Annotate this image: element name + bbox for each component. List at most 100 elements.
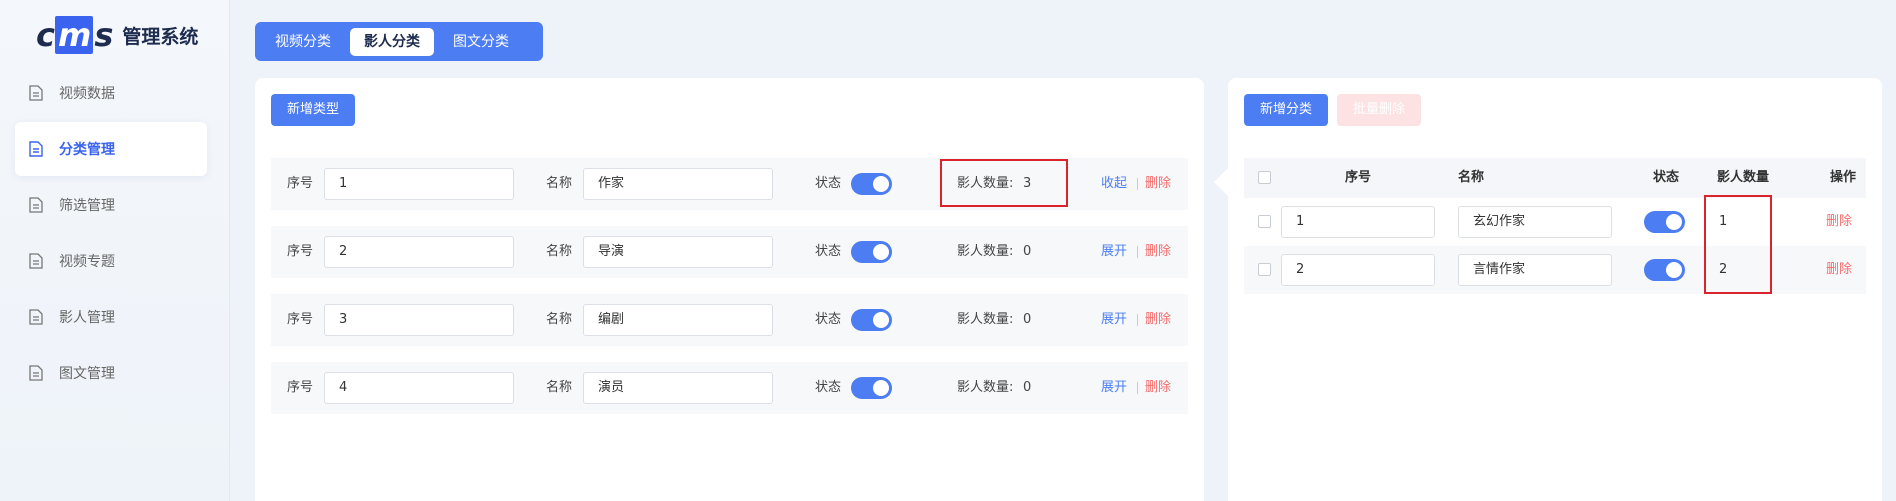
sidebar-item-label: 图文管理 [59,366,115,382]
document-icon [29,365,43,381]
index-input[interactable]: 1 [324,168,514,200]
subcategory-panel: 新增分类 批量删除 序号 名称 状态 影人数量 操作 1 玄幻作家 1 删除 2… [1228,78,1882,501]
sidebar-item-article-management[interactable]: 图文管理 [15,346,207,400]
name-input[interactable]: 玄幻作家 [1458,206,1612,238]
sidebar-item-people-management[interactable]: 影人管理 [15,290,207,344]
document-icon [29,309,43,325]
index-label: 序号 [287,380,314,395]
tab-video-category[interactable]: 视频分类 [261,28,345,56]
sidebar-item-video-data[interactable]: 视频数据 [15,66,207,120]
sidebar: cms 管理系统 视频数据 分类管理 筛选管理 视频专题 影人管理 图文管理 [0,0,230,501]
status-label: 状态 [815,244,842,259]
highlight-box [1704,195,1772,294]
document-icon [29,141,43,157]
action-separator [1137,246,1138,258]
name-label: 名称 [546,176,573,191]
expand-link[interactable]: 展开 [1101,294,1127,346]
sidebar-item-label: 视频专题 [59,254,115,270]
category-tabs: 视频分类 影人分类 图文分类 [255,22,543,61]
add-category-button[interactable]: 新增分类 [1244,94,1329,126]
count-value: 0 [1023,244,1032,259]
sidebar-item-label: 分类管理 [59,142,115,158]
index-label: 序号 [287,312,314,327]
name-label: 名称 [546,312,573,327]
table-row: 2 言情作家 2 删除 [1244,246,1866,294]
name-input[interactable]: 演员 [583,372,773,404]
name-input[interactable]: 作家 [583,168,773,200]
type-row: 序号 3 名称 编剧 状态 影人数量: 0 展开 删除 [271,294,1188,346]
select-all-checkbox[interactable] [1258,171,1271,184]
logo: cms 管理系统 [36,16,199,54]
tab-people-category[interactable]: 影人分类 [350,27,434,56]
status-toggle[interactable] [851,309,892,331]
document-icon [29,253,43,269]
logo-letter-s: s [94,16,113,54]
sidebar-item-label: 筛选管理 [59,198,115,214]
name-label: 名称 [546,380,573,395]
row-checkbox[interactable] [1258,215,1271,228]
status-toggle[interactable] [1644,211,1685,233]
delete-link[interactable]: 删除 [1826,246,1852,294]
column-header-count: 影人数量 [1717,170,1770,185]
status-toggle[interactable] [851,173,892,195]
column-header-name: 名称 [1458,170,1485,185]
logo-mark: cms [36,16,113,54]
delete-link[interactable]: 删除 [1145,158,1171,210]
count-label: 影人数量: [957,380,1014,395]
column-header-action: 操作 [1830,170,1857,185]
row-checkbox[interactable] [1258,263,1271,276]
sidebar-item-label: 视频数据 [59,86,115,102]
document-icon [29,197,43,213]
name-input[interactable]: 编剧 [583,304,773,336]
logo-letter-m: m [54,16,94,54]
sidebar-item-filter-management[interactable]: 筛选管理 [15,178,207,232]
name-input[interactable]: 言情作家 [1458,254,1612,286]
expand-link[interactable]: 展开 [1101,362,1127,414]
table-header: 序号 名称 状态 影人数量 操作 [1244,158,1866,198]
index-label: 序号 [287,244,314,259]
logo-letter-c: c [36,16,55,54]
count-label: 影人数量: [957,312,1014,327]
status-label: 状态 [815,380,842,395]
status-toggle[interactable] [851,241,892,263]
delete-link[interactable]: 删除 [1826,198,1852,246]
app-title: 管理系统 [122,25,199,48]
index-input[interactable]: 4 [324,372,514,404]
panel-pointer [1214,168,1228,196]
sidebar-item-video-topics[interactable]: 视频专题 [15,234,207,288]
action-separator [1137,178,1138,190]
table-row: 1 玄幻作家 1 删除 [1244,198,1866,246]
highlight-box [940,159,1068,207]
index-label: 序号 [287,176,314,191]
delete-link[interactable]: 删除 [1145,226,1171,278]
document-icon [29,85,43,101]
action-separator [1137,314,1138,326]
collapse-link[interactable]: 收起 [1101,158,1127,210]
count-label: 影人数量: [957,244,1014,259]
action-separator [1137,382,1138,394]
count-value: 0 [1023,312,1032,327]
status-label: 状态 [815,176,842,191]
status-toggle[interactable] [1644,259,1685,281]
index-input[interactable]: 2 [1281,254,1435,286]
sidebar-item-category-management[interactable]: 分类管理 [15,122,207,176]
type-list-panel: 新增类型 序号 1 名称 作家 状态 影人数量: 3 收起 删除 序号 2 名称… [255,78,1204,501]
index-input[interactable]: 3 [324,304,514,336]
expand-link[interactable]: 展开 [1101,226,1127,278]
name-input[interactable]: 导演 [583,236,773,268]
tab-article-category[interactable]: 图文分类 [439,28,523,56]
type-row: 序号 4 名称 演员 状态 影人数量: 0 展开 删除 [271,362,1188,414]
type-row: 序号 2 名称 导演 状态 影人数量: 0 展开 删除 [271,226,1188,278]
index-input[interactable]: 1 [1281,206,1435,238]
add-type-button[interactable]: 新增类型 [271,94,356,126]
delete-link[interactable]: 删除 [1145,362,1171,414]
status-label: 状态 [815,312,842,327]
status-toggle[interactable] [851,377,892,399]
count-value: 0 [1023,380,1032,395]
index-input[interactable]: 2 [324,236,514,268]
column-header-index: 序号 [1345,170,1372,185]
batch-delete-button[interactable]: 批量删除 [1337,94,1422,126]
delete-link[interactable]: 删除 [1145,294,1171,346]
name-label: 名称 [546,244,573,259]
sidebar-item-label: 影人管理 [59,310,115,326]
